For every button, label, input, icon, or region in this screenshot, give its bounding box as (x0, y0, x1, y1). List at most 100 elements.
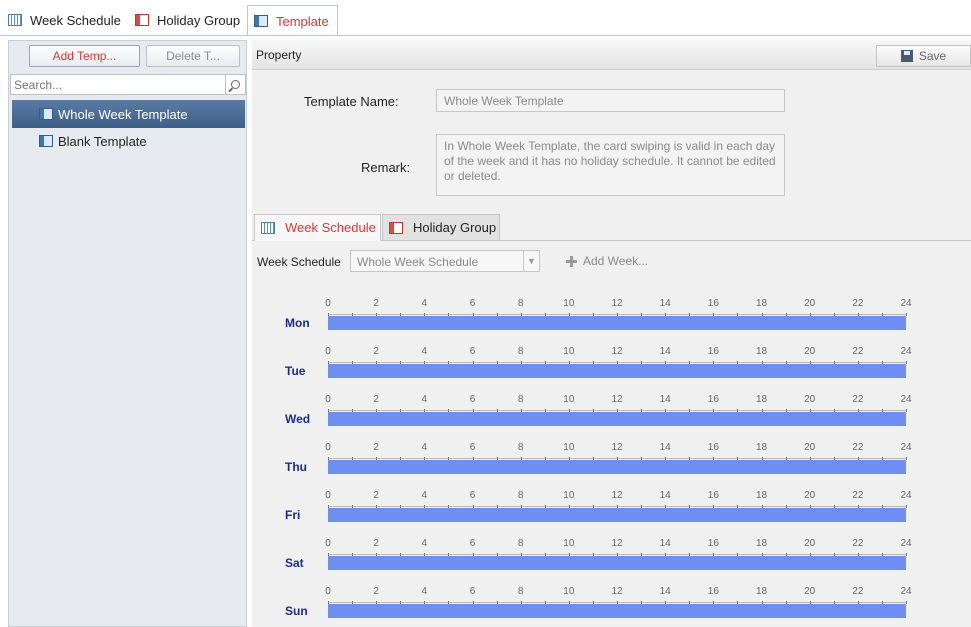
tab-divider (0, 35, 971, 36)
hour-tick-label: 16 (707, 394, 719, 405)
schedule-row-wed[interactable]: Wed 0 2 4 6 8 10 12 14 16 18 20 22 24 (252, 390, 971, 438)
hour-tick-label: 12 (611, 346, 623, 357)
hour-tick-label: 6 (469, 394, 476, 405)
search-button[interactable] (225, 75, 245, 94)
day-label: Sat (285, 556, 304, 570)
save-button[interactable]: Save (876, 45, 971, 67)
template-name-label: Template Name: (304, 94, 399, 109)
template-icon (254, 15, 268, 27)
day-label: Sun (285, 604, 308, 618)
hour-tick-label: 8 (517, 490, 524, 501)
hour-tick-label: 24 (900, 394, 912, 405)
time-tick (906, 457, 907, 460)
hour-tick-label: 8 (517, 442, 524, 453)
hour-tick-label: 18 (755, 586, 768, 597)
schedule-bar[interactable] (328, 556, 906, 570)
hour-tick-label: 14 (659, 586, 671, 597)
template-item-whole-week[interactable]: Whole Week Template (12, 100, 245, 128)
hour-tick-label: 24 (900, 442, 912, 453)
template-name-field[interactable]: Whole Week Template (436, 89, 785, 112)
schedule-row-mon[interactable]: Mon 0 2 4 6 8 10 12 14 16 18 20 22 24 (252, 294, 971, 342)
remark-field[interactable]: In Whole Week Template, the card swiping… (436, 134, 785, 196)
template-item-label: Blank Template (58, 133, 147, 149)
hour-tick-label: 10 (563, 346, 575, 357)
hour-tick-label: 20 (804, 586, 816, 597)
schedule-row-sun[interactable]: Sun 0 2 4 6 8 10 12 14 16 18 20 22 24 (252, 582, 971, 627)
tab-holiday-group[interactable]: Holiday Group (135, 5, 240, 35)
schedule-row-tue[interactable]: Tue 0 2 4 6 8 10 12 14 16 18 20 22 24 (252, 342, 971, 390)
hour-tick-label: 4 (421, 394, 428, 405)
time-tick (906, 505, 907, 508)
add-week-label: Add Week... (583, 254, 649, 268)
hour-tick-label: 8 (517, 298, 524, 309)
schedule-bar[interactable] (328, 316, 906, 330)
hour-tick-label: 20 (804, 538, 816, 549)
schedule-row-fri[interactable]: Fri 0 2 4 6 8 10 12 14 16 18 20 22 24 (252, 486, 971, 534)
hour-tick-label: 4 (421, 490, 428, 501)
hour-tick-label: 4 (421, 586, 428, 597)
schedule-bar[interactable] (328, 412, 906, 426)
calendar-grid-icon (8, 14, 22, 26)
hour-tick-label: 22 (852, 490, 864, 501)
property-title: Property (256, 48, 302, 62)
hour-tick-label: 10 (563, 490, 575, 501)
calendar-grid-icon (261, 221, 275, 234)
hour-tick-label: 6 (469, 298, 476, 309)
add-template-button[interactable]: Add Temp... (29, 45, 140, 67)
day-label: Wed (285, 412, 311, 426)
week-schedule-value: Whole Week Schedule (357, 255, 479, 269)
hour-tick-label: 6 (469, 346, 476, 357)
subtab-label: Week Schedule (285, 220, 376, 235)
search-box (10, 74, 246, 95)
template-item-label: Whole Week Template (58, 106, 188, 122)
hour-tick-label: 20 (804, 490, 816, 501)
template-item-blank[interactable]: Blank Template (12, 127, 245, 155)
hour-tick-label: 16 (707, 442, 719, 453)
subtab-week-schedule[interactable]: Week Schedule (254, 214, 381, 241)
day-label: Tue (285, 364, 306, 378)
hour-tick-label: 2 (373, 538, 379, 549)
delete-template-button[interactable]: Delete T... (146, 45, 240, 67)
hour-tick-label: 16 (707, 490, 719, 501)
hour-tick-label: 0 (325, 346, 331, 357)
hour-tick-label: 18 (755, 538, 768, 549)
tab-label: Week Schedule (30, 12, 121, 28)
time-tick (906, 409, 907, 412)
week-schedule-select[interactable]: Whole Week Schedule ▼ (350, 250, 540, 272)
schedule-row-sat[interactable]: Sat 0 2 4 6 8 10 12 14 16 18 20 22 24 (252, 534, 971, 582)
hour-tick-label: 16 (707, 346, 719, 357)
hour-tick-label: 0 (325, 538, 331, 549)
hour-tick-label: 14 (659, 538, 671, 549)
schedule-bar[interactable] (328, 508, 906, 522)
save-icon (900, 50, 913, 62)
time-tick (906, 361, 907, 364)
hour-tick-label: 8 (517, 586, 524, 597)
day-label: Mon (285, 316, 310, 330)
hour-tick-label: 6 (469, 586, 476, 597)
chevron-down-icon[interactable]: ▼ (523, 251, 539, 271)
hour-tick-label: 10 (563, 538, 575, 549)
add-week-button[interactable]: Add Week... (566, 254, 648, 268)
hour-tick-label: 2 (373, 394, 379, 405)
tab-template[interactable]: Template (247, 5, 338, 36)
plus-icon (566, 255, 577, 267)
day-label: Fri (285, 508, 301, 522)
hour-tick-label: 14 (659, 490, 671, 501)
schedule-bar[interactable] (328, 364, 906, 378)
search-icon (231, 80, 240, 89)
subtab-holiday-group[interactable]: Holiday Group (382, 214, 500, 241)
tab-week-schedule[interactable]: Week Schedule (8, 5, 121, 35)
schedule-bar[interactable] (328, 604, 906, 618)
hour-tick-label: 20 (804, 394, 816, 405)
search-input[interactable] (11, 75, 221, 94)
hour-tick-label: 4 (421, 538, 428, 549)
hour-tick-label: 18 (755, 346, 768, 357)
hour-tick-label: 8 (517, 394, 524, 405)
schedule-bar[interactable] (328, 460, 906, 474)
hour-tick-label: 14 (659, 298, 671, 309)
remark-label: Remark: (361, 160, 411, 175)
tab-label: Holiday Group (157, 12, 241, 28)
hour-tick-label: 20 (804, 298, 816, 309)
schedule-row-thu[interactable]: Thu 0 2 4 6 8 10 12 14 16 18 20 22 24 (252, 438, 971, 486)
hour-tick-label: 0 (325, 490, 331, 501)
